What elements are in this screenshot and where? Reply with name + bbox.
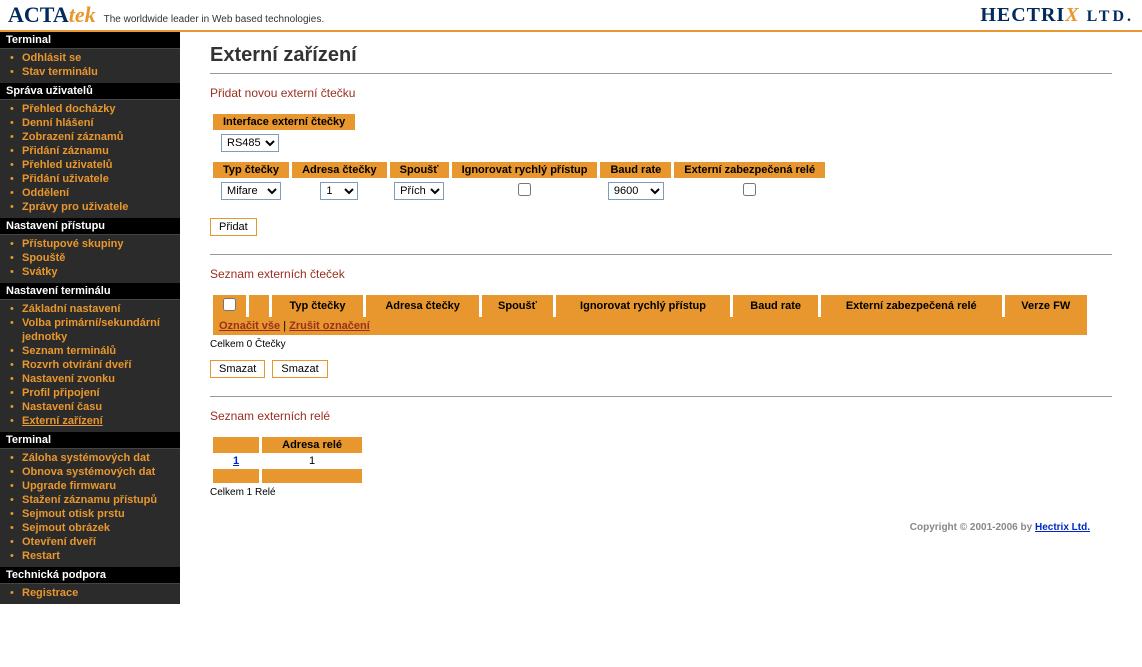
sidebar-item[interactable]: Zprávy pro uživatele [22, 201, 128, 213]
logo-left: ACTAtek The worldwide leader in Web base… [8, 2, 324, 28]
sidebar-item[interactable]: Přehled docházky [22, 103, 116, 115]
nav-section-access: Nastavení přístupu [0, 218, 180, 235]
divider [210, 254, 1112, 255]
relay-addr-value: 1 [262, 453, 362, 469]
sidebar-item[interactable]: Stažení záznamu přístupů [22, 494, 157, 506]
nav-list: Přístupové skupiny Spouště Svátky [0, 235, 180, 283]
tagline: The worldwide leader in Web based techno… [104, 14, 325, 25]
sidebar-item[interactable]: Záloha systémových dat [22, 452, 150, 464]
delete-button-2[interactable]: Smazat [272, 360, 327, 378]
sidebar-item[interactable]: Spouště [22, 252, 65, 264]
interface-select[interactable]: RS485 [221, 134, 279, 152]
nav-section-terminal: Terminal [0, 32, 180, 49]
sidebar-item[interactable]: Přidání uživatele [22, 173, 109, 185]
col-fw: Verze FW [1005, 295, 1088, 317]
delete-button-1[interactable]: Smazat [210, 360, 265, 378]
sidebar-item[interactable]: Přidání záznamu [22, 145, 109, 157]
sidebar-item[interactable]: Externí zařízení [22, 415, 103, 427]
nav-section-support: Technická podpora [0, 567, 180, 584]
sidebar-item[interactable]: Nastavení zvonku [22, 373, 115, 385]
add-reader-heading: Přidat novou externí čtečku [210, 86, 1112, 100]
sidebar-item[interactable]: Základní nastavení [22, 303, 120, 315]
nav-list: Registrace [0, 584, 180, 604]
sidebar-item[interactable]: Oddělení [22, 187, 69, 199]
type-select[interactable]: Mifare [221, 182, 281, 200]
nav-list: Odhlásit se Stav terminálu [0, 49, 180, 83]
nav-section-users: Správa uživatelů [0, 83, 180, 100]
col-ignore: Ignorovat rychlý přístup [452, 162, 598, 178]
col-ignore: Ignorovat rychlý přístup [556, 295, 731, 317]
interface-label: Interface externí čtečky [213, 114, 355, 130]
sidebar-item[interactable]: Sejmout otisk prstu [22, 508, 125, 520]
sidebar-item[interactable]: Otevření dveří [22, 536, 96, 548]
col-trigger: Spoušť [482, 295, 552, 317]
nav-section-terminal-settings: Nastavení terminálu [0, 283, 180, 300]
sidebar-item[interactable]: Volba primární/sekundární jednotky [22, 317, 160, 343]
sidebar-item[interactable]: Nastavení času [22, 401, 102, 413]
col-type: Typ čtečky [272, 295, 363, 317]
page-title: Externí zařízení [210, 44, 1112, 67]
hectrix-link[interactable]: Hectrix Ltd. [1035, 522, 1090, 533]
divider [210, 396, 1112, 397]
copyright: Copyright © 2001-2006 by Hectrix Ltd. [210, 522, 1090, 533]
sidebar-item[interactable]: Registrace [22, 587, 78, 599]
sidebar-item[interactable]: Přehled uživatelů [22, 159, 112, 171]
relay-checkbox[interactable] [743, 183, 756, 196]
reader-form-table: Typ čtečky Adresa čtečky Spoušť Ignorova… [210, 162, 828, 204]
top-bar: ACTAtek The worldwide leader in Web base… [0, 0, 1142, 32]
nav-list: Záloha systémových dat Obnova systémových… [0, 449, 180, 567]
relay-id-link[interactable]: 1 [233, 455, 239, 467]
addr-select[interactable]: 1 [320, 182, 358, 200]
sidebar-item[interactable]: Denní hlášení [22, 117, 94, 129]
col-relay: Externí zabezpečená relé [674, 162, 825, 178]
sidebar-item[interactable]: Seznam terminálů [22, 345, 116, 357]
relay-table: Adresa relé 1 1 [210, 437, 365, 483]
deselect-all-link[interactable]: Zrušit označení [289, 320, 370, 332]
col-blank [249, 295, 269, 317]
col-type: Typ čtečky [213, 162, 289, 178]
sidebar-item[interactable]: Sejmout obrázek [22, 522, 110, 534]
sidebar-item[interactable]: Restart [22, 550, 60, 562]
readers-count: Celkem 0 Čtečky [210, 339, 1112, 350]
sidebar-item[interactable]: Odhlásit se [22, 52, 81, 64]
content: Externí zařízení Přidat novou externí čt… [180, 32, 1142, 604]
col-trigger: Spoušť [390, 162, 449, 178]
sidebar-item[interactable]: Upgrade firmwaru [22, 480, 116, 492]
divider [210, 73, 1112, 74]
add-button[interactable]: Přidat [210, 218, 257, 236]
col-relay: Externí zabezpečená relé [821, 295, 1002, 317]
relays-count: Celkem 1 Relé [210, 487, 1112, 498]
nav-list: Základní nastavení Volba primární/sekundá… [0, 300, 180, 432]
select-all-checkbox[interactable] [223, 298, 236, 311]
col-addr: Adresa čtečky [292, 162, 387, 178]
list-readers-heading: Seznam externích čteček [210, 267, 1112, 281]
logo-hectrix: HECTRIX LTD. [980, 4, 1134, 27]
selection-links: Označit vše | Zrušit označení [213, 317, 1087, 335]
sidebar-item[interactable]: Zobrazení záznamů [22, 131, 123, 143]
col-addr: Adresa čtečky [366, 295, 479, 317]
logo-actatek: ACTAtek [8, 2, 96, 28]
col-relay-addr: Adresa relé [262, 437, 362, 453]
col-baud: Baud rate [733, 295, 818, 317]
interface-table: Interface externí čtečky RS485 [210, 114, 358, 156]
col-baud: Baud rate [600, 162, 671, 178]
sidebar-item[interactable]: Svátky [22, 266, 57, 278]
trigger-select[interactable]: Přích. [394, 182, 444, 200]
col-blank [213, 437, 259, 453]
sidebar-item[interactable]: Přístupové skupiny [22, 238, 123, 250]
sidebar-item[interactable]: Stav terminálu [22, 66, 98, 78]
select-all-link[interactable]: Označit vše [219, 320, 280, 332]
list-relays-heading: Seznam externích relé [210, 409, 1112, 423]
ignore-checkbox[interactable] [518, 183, 531, 196]
readers-list-table: Typ čtečky Adresa čtečky Spoušť Ignorova… [210, 295, 1090, 335]
sidebar-item[interactable]: Rozvrh otvírání dveří [22, 359, 131, 371]
sidebar-item[interactable]: Profil připojení [22, 387, 100, 399]
sidebar-item[interactable]: Obnova systémových dat [22, 466, 155, 478]
nav-list: Přehled docházky Denní hlášení Zobrazení z… [0, 100, 180, 218]
sidebar: Terminal Odhlásit se Stav terminálu Správ… [0, 32, 180, 604]
baud-select[interactable]: 9600 [608, 182, 664, 200]
nav-section-terminal2: Terminal [0, 432, 180, 449]
